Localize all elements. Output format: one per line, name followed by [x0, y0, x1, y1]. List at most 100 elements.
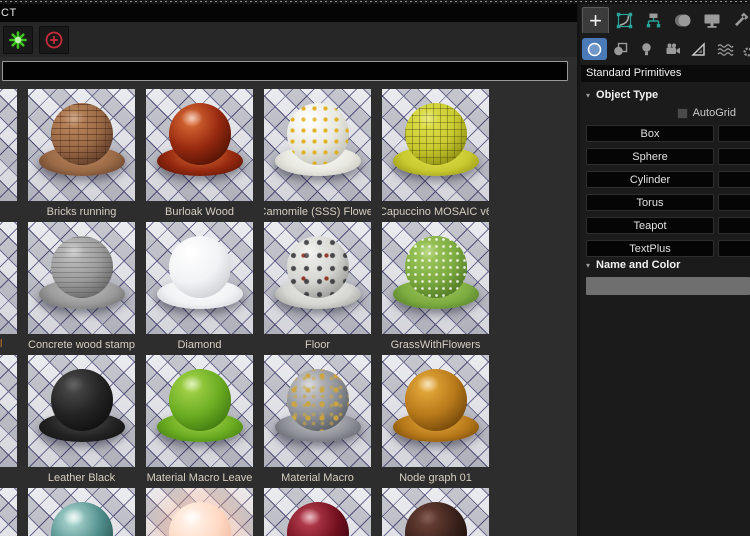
- command-panel: + Standard Primitives ▾ Object Type Auto…: [580, 4, 750, 536]
- material-preview: [28, 89, 135, 201]
- rollout-title: Object Type: [596, 89, 659, 101]
- category-geometry[interactable]: [582, 38, 607, 60]
- gears-icon: [742, 41, 750, 58]
- material-tile[interactable]: GrassWithFlowers: [382, 222, 489, 355]
- material-label: Leather Black: [47, 471, 116, 484]
- material-preview: [382, 488, 489, 536]
- search-input[interactable]: [2, 61, 568, 81]
- camera-icon: [664, 41, 682, 58]
- command-panel-tabs: +: [582, 6, 750, 34]
- object-button-clipped[interactable]: [718, 217, 750, 234]
- category-space-warps[interactable]: [712, 38, 737, 60]
- add-button[interactable]: [39, 26, 69, 54]
- category-systems[interactable]: [738, 38, 750, 60]
- rollout-object-type[interactable]: ▾ Object Type: [586, 89, 658, 101]
- object-button-clipped[interactable]: [718, 240, 750, 257]
- material-preview: [264, 355, 371, 467]
- material-preview-clipped[interactable]: [0, 89, 17, 201]
- category-cameras[interactable]: [660, 38, 685, 60]
- material-library-panel: CT l Bricks running Burloak Wood Camomil…: [0, 4, 577, 536]
- primitives-dropdown[interactable]: Standard Primitives: [581, 65, 750, 82]
- material-preview: [146, 488, 253, 536]
- material-tile[interactable]: Concrete wood stamp: [28, 222, 135, 355]
- material-tile[interactable]: [146, 488, 253, 536]
- material-sphere: [286, 502, 349, 536]
- tab-hierarchy[interactable]: [640, 7, 667, 33]
- material-label-clipped: [0, 201, 17, 222]
- material-tile[interactable]: Floor: [264, 222, 371, 355]
- material-preview-clipped[interactable]: [0, 222, 17, 334]
- object-name-field[interactable]: [586, 277, 750, 295]
- tab-display[interactable]: [698, 7, 725, 33]
- material-tile[interactable]: [28, 488, 135, 536]
- favorite-button[interactable]: [3, 26, 33, 54]
- material-preview: [146, 355, 253, 467]
- category-helpers[interactable]: [686, 38, 711, 60]
- lightbulb-icon: [638, 41, 655, 58]
- material-tile[interactable]: Camomile (SSS) Flower: [264, 89, 371, 222]
- material-tile[interactable]: Bricks running: [28, 89, 135, 222]
- wrench-icon: [731, 11, 750, 30]
- object-button-clipped[interactable]: [718, 171, 750, 188]
- library-panel-title: CT: [0, 4, 577, 22]
- material-sphere: [50, 103, 113, 165]
- material-sphere: [404, 369, 467, 431]
- material-preview: [28, 488, 135, 536]
- object-button-box[interactable]: Box: [586, 125, 714, 142]
- material-tile[interactable]: Material Macro: [264, 355, 371, 488]
- material-tile[interactable]: Leather Black: [28, 355, 135, 488]
- object-button-cylinder[interactable]: Cylinder: [586, 171, 714, 188]
- object-button-textplus[interactable]: TextPlus: [586, 240, 714, 257]
- object-button-teapot[interactable]: Teapot: [586, 217, 714, 234]
- rollout-name-and-color[interactable]: ▾ Name and Color: [586, 259, 680, 271]
- material-sphere: [50, 502, 113, 536]
- material-sphere: [404, 103, 467, 165]
- object-button-clipped[interactable]: [718, 125, 750, 142]
- modify-bend-icon: [615, 11, 634, 30]
- object-button-clipped[interactable]: [718, 194, 750, 211]
- material-preview-clipped[interactable]: [0, 488, 17, 536]
- material-preview: [28, 355, 135, 467]
- circle-icon: [586, 41, 603, 58]
- plus-icon: +: [589, 7, 602, 33]
- material-tile[interactable]: Node graph 01: [382, 355, 489, 488]
- clipped-material-column: l: [0, 89, 17, 536]
- material-label-clipped: l: [0, 338, 3, 350]
- material-label-clipped: [0, 467, 17, 488]
- red-plus-circle-icon: [44, 30, 64, 50]
- material-label: Material Macro Leave: [146, 471, 253, 484]
- category-lights[interactable]: [634, 38, 659, 60]
- tab-utilities[interactable]: [727, 7, 750, 33]
- tab-motion[interactable]: [669, 7, 696, 33]
- material-sphere: [50, 236, 113, 298]
- material-label: Burloak Wood: [165, 205, 234, 218]
- green-starburst-icon: [9, 31, 27, 49]
- material-tile[interactable]: Material Macro Leave: [146, 355, 253, 488]
- material-preview-clipped[interactable]: [0, 355, 17, 467]
- tab-create[interactable]: +: [582, 7, 609, 33]
- material-label: Diamond: [177, 338, 222, 351]
- tab-modify[interactable]: [611, 7, 638, 33]
- chevron-down-icon: ▾: [586, 90, 591, 100]
- material-tile[interactable]: Capuccino MOSAIC v6: [382, 89, 489, 222]
- autogrid-checkbox[interactable]: [676, 107, 688, 119]
- material-sphere: [404, 236, 467, 298]
- material-tile[interactable]: Burloak Wood: [146, 89, 253, 222]
- material-sphere: [50, 369, 113, 431]
- object-button-torus[interactable]: Torus: [586, 194, 714, 211]
- material-sphere: [286, 236, 349, 298]
- object-button-clipped[interactable]: [718, 148, 750, 165]
- material-sphere: [168, 103, 231, 165]
- object-button-sphere[interactable]: Sphere: [586, 148, 714, 165]
- material-label: Material Macro: [281, 471, 354, 484]
- material-sphere: [168, 502, 231, 536]
- category-shapes[interactable]: [608, 38, 633, 60]
- material-preview: [264, 488, 371, 536]
- material-tile[interactable]: [264, 488, 371, 536]
- material-sphere: [168, 236, 231, 298]
- autogrid-label: AutoGrid: [692, 107, 736, 119]
- material-preview: [264, 89, 371, 201]
- material-tile[interactable]: Diamond: [146, 222, 253, 355]
- material-tile[interactable]: [382, 488, 489, 536]
- material-label: GrassWithFlowers: [390, 338, 481, 351]
